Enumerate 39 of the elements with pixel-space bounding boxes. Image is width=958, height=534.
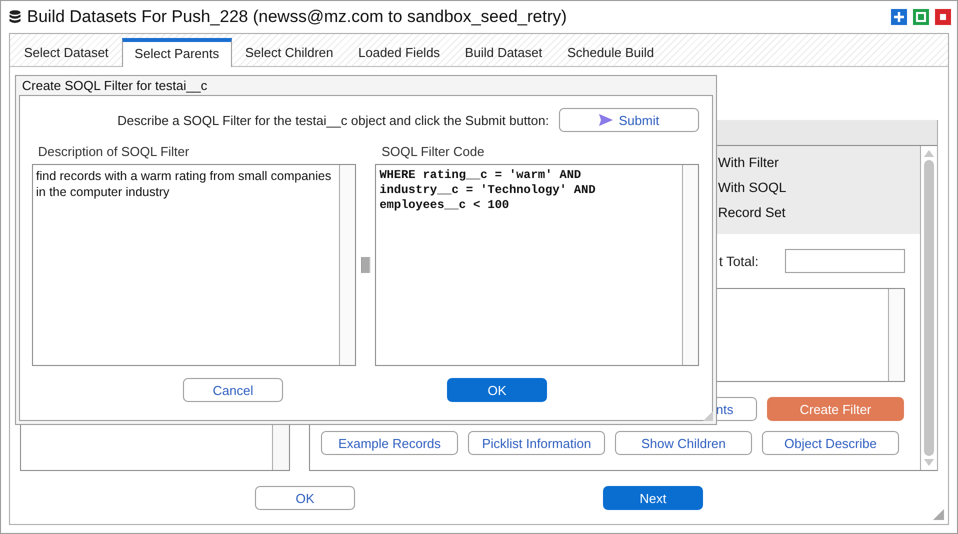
splitter-handle-icon[interactable] [360,257,370,273]
tab[interactable]: Schedule Build [555,40,666,66]
scrollbar[interactable] [920,146,937,470]
action-button[interactable]: Example Records [321,431,458,455]
window-title: Build Datasets For Push_228 (newss@mz.com to sandbox_seed_retry) [27,7,567,27]
code-field[interactable]: WHERE rating__c = 'warm' AND industry__c = 'Technology' AND employees__c < 100 [375,164,699,366]
total-label: t Total: [719,254,760,268]
field-label: SOQL Filter Code [380,144,486,161]
submit-button[interactable]: Submit [559,108,699,132]
field-label: Description of SOQL Filter [37,144,190,161]
footer-button[interactable]: Next [603,486,703,510]
dialog-title: Create SOQL Filter for testai__c [21,77,208,95]
send-icon [598,114,613,126]
action-button[interactable]: Object Describe [762,431,899,455]
database-icon [9,10,21,24]
tab[interactable]: Select Dataset [12,40,121,66]
tab[interactable]: Select Children [233,40,346,66]
resize-grip-icon[interactable] [703,411,713,421]
action-button[interactable]: nts [716,397,757,421]
close-icon[interactable] [935,9,951,25]
list-item[interactable]: With SOQL [718,175,920,200]
list-item[interactable]: With Filter [718,150,920,175]
total-field[interactable] [785,249,905,273]
action-button[interactable]: Picklist Information [468,431,605,455]
action-button[interactable]: Show Children [615,431,752,455]
restore-icon[interactable] [913,9,929,25]
resize-grip-icon[interactable] [933,509,944,520]
scroll-up-icon[interactable] [924,150,934,157]
tab[interactable]: Loaded Fields [346,40,452,66]
footer-button[interactable]: OK [255,486,355,510]
dialog-button[interactable]: OK [447,378,547,402]
dialog-button[interactable]: Cancel [183,378,283,402]
instruction-text: Describe a SOQL Filter for the testai__c object and click the Submit button: [117,112,549,128]
list-item[interactable]: Record Set [718,200,920,225]
description-field[interactable]: find records with a warm rating from small companies in the computer industry [32,164,356,366]
scroll-down-icon[interactable] [924,459,934,466]
maximize-icon[interactable] [891,9,907,25]
tab[interactable]: Build Dataset [452,40,554,66]
tab[interactable]: Select Parents [122,38,232,67]
